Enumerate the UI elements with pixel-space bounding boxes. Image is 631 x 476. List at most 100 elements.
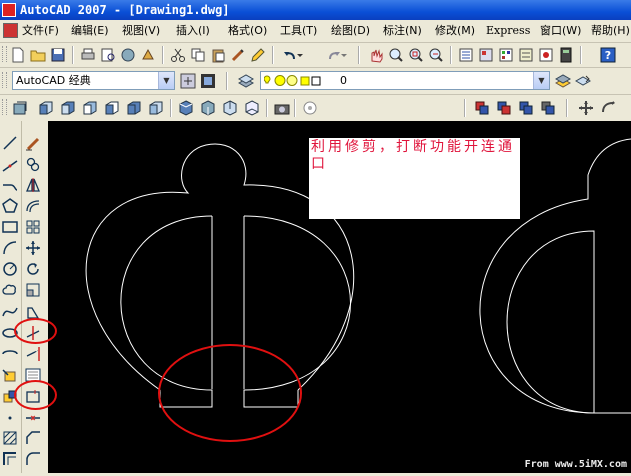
- view-bottom-icon[interactable]: [60, 100, 76, 116]
- sheet-set-manager-icon[interactable]: [518, 47, 534, 63]
- chevron-down-icon[interactable]: ▼: [158, 72, 174, 89]
- menu-insert[interactable]: 插入(I): [176, 20, 210, 42]
- my-workspace-icon[interactable]: [200, 73, 216, 89]
- undo-dropdown-icon[interactable]: [296, 47, 304, 63]
- menu-draw[interactable]: 绘图(D): [331, 20, 370, 42]
- toolbar-grip[interactable]: [2, 99, 7, 115]
- menu-file[interactable]: 文件(F): [22, 20, 59, 42]
- paste-icon[interactable]: [210, 47, 226, 63]
- publish-icon[interactable]: [120, 47, 136, 63]
- revision-cloud-icon[interactable]: [2, 282, 18, 298]
- circle-icon[interactable]: [2, 261, 18, 277]
- menu-view[interactable]: 视图(V): [122, 20, 160, 42]
- fillet-icon[interactable]: [25, 451, 41, 467]
- join-icon[interactable]: [25, 410, 41, 426]
- 3d-dwf-icon[interactable]: [140, 47, 156, 63]
- document-icon[interactable]: [3, 23, 18, 38]
- ucs-icon[interactable]: [12, 100, 28, 116]
- menu-edit[interactable]: 编辑(E): [71, 20, 109, 42]
- scale-icon[interactable]: [25, 282, 41, 298]
- view-front-icon[interactable]: [126, 100, 142, 116]
- design-center-icon[interactable]: [478, 47, 494, 63]
- spline-icon[interactable]: [2, 304, 18, 320]
- redo-dropdown-icon[interactable]: [340, 47, 348, 63]
- properties-icon[interactable]: [458, 47, 474, 63]
- menu-format[interactable]: 格式(O): [228, 20, 267, 42]
- ne-isometric-icon[interactable]: [222, 100, 238, 116]
- layer-properties-manager-icon[interactable]: [238, 73, 254, 89]
- erase-icon[interactable]: [25, 135, 41, 151]
- mirror-icon[interactable]: [25, 177, 41, 193]
- plot-preview-icon[interactable]: [100, 47, 116, 63]
- layer-previous-icon[interactable]: [575, 73, 591, 89]
- free-orbit-icon[interactable]: [600, 100, 616, 116]
- open-icon[interactable]: [30, 47, 46, 63]
- menu-dimension[interactable]: 标注(N): [383, 20, 422, 42]
- toolbar-grip[interactable]: [2, 72, 7, 88]
- view-left-icon[interactable]: [82, 100, 98, 116]
- polygon-icon[interactable]: [2, 198, 18, 214]
- rotate-icon[interactable]: [25, 261, 41, 277]
- sw-isometric-icon[interactable]: [178, 100, 194, 116]
- hatch-icon[interactable]: [2, 430, 18, 446]
- rectangle-icon[interactable]: [2, 219, 18, 235]
- insert-block-icon[interactable]: [2, 367, 18, 383]
- copy-icon[interactable]: [190, 47, 206, 63]
- cut-icon[interactable]: [170, 47, 186, 63]
- 2d-wireframe-icon[interactable]: [474, 100, 490, 116]
- realistic-icon[interactable]: [540, 100, 556, 116]
- view-back-icon[interactable]: [148, 100, 164, 116]
- save-icon[interactable]: [50, 47, 66, 63]
- view-top-icon[interactable]: [38, 100, 54, 116]
- help-icon[interactable]: ?: [600, 47, 616, 63]
- toolbar-separator: [294, 99, 296, 117]
- menu-express[interactable]: Express: [486, 20, 530, 42]
- menu-window[interactable]: 窗口(W): [540, 20, 581, 42]
- copy-object-icon[interactable]: [25, 156, 41, 172]
- standard-toolbar: ?: [0, 43, 631, 68]
- polyline-icon[interactable]: [2, 177, 18, 193]
- 3d-hidden-icon[interactable]: [518, 100, 534, 116]
- workspace-settings-icon[interactable]: [180, 73, 196, 89]
- point-icon[interactable]: [2, 410, 18, 426]
- move-icon[interactable]: [25, 240, 41, 256]
- layer-dropdown[interactable]: 0 ▼: [260, 71, 550, 90]
- block-editor-icon[interactable]: [250, 47, 266, 63]
- gradient-icon[interactable]: [2, 451, 18, 467]
- arc-icon[interactable]: [2, 240, 18, 256]
- se-isometric-icon[interactable]: [200, 100, 216, 116]
- menu-tools[interactable]: 工具(T): [280, 20, 317, 42]
- construction-line-icon[interactable]: [2, 157, 18, 173]
- extend-icon[interactable]: [25, 346, 41, 362]
- nw-isometric-icon[interactable]: [244, 100, 260, 116]
- menu-help[interactable]: 帮助(H): [591, 20, 630, 42]
- chevron-down-icon[interactable]: ▼: [533, 72, 549, 89]
- offset-icon[interactable]: [25, 198, 41, 214]
- 3d-wireframe-icon[interactable]: [496, 100, 512, 116]
- markup-set-manager-icon[interactable]: [538, 47, 554, 63]
- tool-palettes-icon[interactable]: [498, 47, 514, 63]
- line-icon[interactable]: [2, 135, 18, 151]
- make-object-layer-current-icon[interactable]: [555, 73, 571, 89]
- quickcalc-icon[interactable]: [558, 47, 574, 63]
- match-properties-icon[interactable]: [230, 47, 246, 63]
- qnew-icon[interactable]: [10, 47, 26, 63]
- menu-modify[interactable]: 修改(M): [435, 20, 475, 42]
- autocad-app-icon[interactable]: [2, 3, 16, 17]
- print-icon[interactable]: [80, 47, 96, 63]
- chamfer-icon[interactable]: [25, 430, 41, 446]
- array-icon[interactable]: [25, 219, 41, 235]
- workspace-dropdown[interactable]: AutoCAD 经典 ▼: [12, 71, 175, 90]
- named-views-icon[interactable]: [302, 100, 318, 116]
- 3d-orbit-icon[interactable]: [578, 100, 594, 116]
- ellipse-arc-icon[interactable]: [2, 346, 18, 362]
- zoom-realtime-icon[interactable]: [388, 47, 404, 63]
- pan-icon[interactable]: [368, 47, 384, 63]
- toolbar-grip[interactable]: [2, 46, 7, 62]
- view-right-icon[interactable]: [104, 100, 120, 116]
- zoom-window-icon[interactable]: [408, 47, 424, 63]
- zoom-previous-icon[interactable]: [428, 47, 444, 63]
- toolbar-separator: [272, 46, 274, 64]
- camera-icon[interactable]: [274, 100, 290, 116]
- layer-name: 0: [340, 74, 347, 87]
